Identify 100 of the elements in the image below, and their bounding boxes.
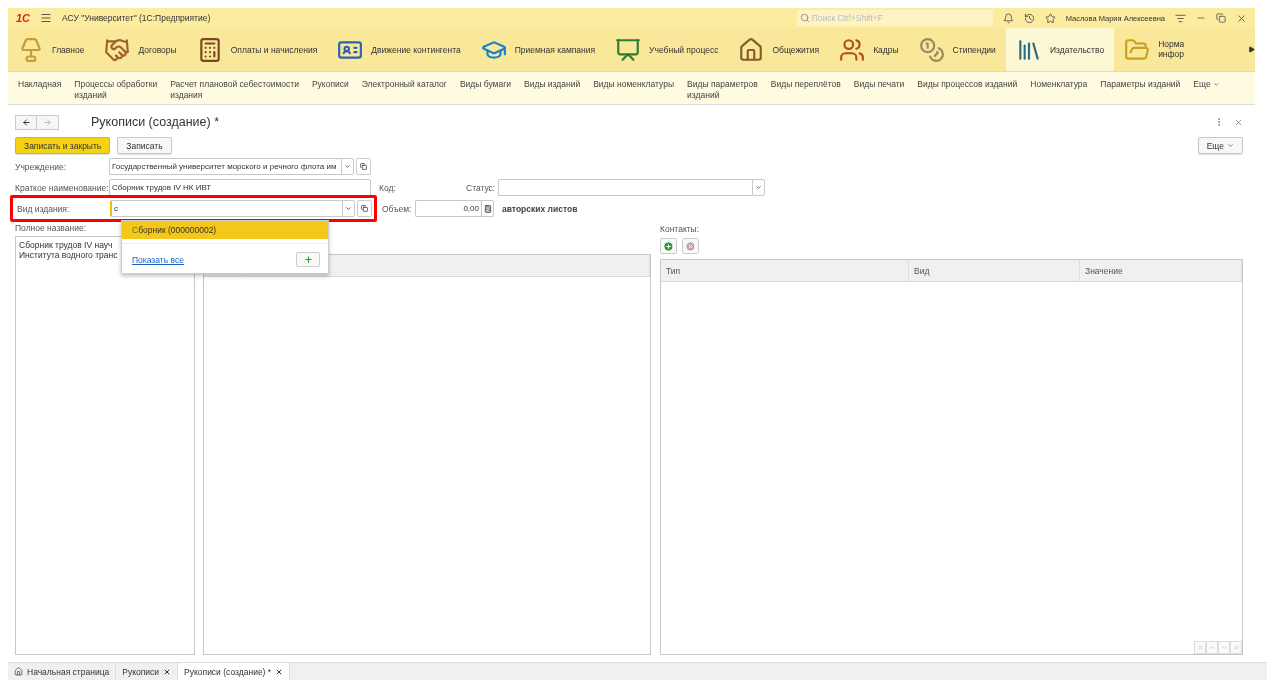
nav-link[interactable]: Электронный каталог [361,79,447,104]
x-circle-icon [685,240,696,252]
nav-link[interactable]: Виды печати [853,79,905,104]
section-tab[interactable]: Стипендии [908,28,1006,71]
tab-label: Рукописи (создание) * [184,666,272,677]
section-tab[interactable]: Норма инфор [1114,28,1195,71]
nav-link[interactable]: Виды параметров изданий [687,79,758,104]
restore-icon[interactable] [1216,13,1226,23]
scroll-right-icon[interactable] [1248,46,1255,53]
nav-link[interactable]: Виды переплётов [770,79,841,104]
institution-field[interactable]: Государственный университет морского и речного флота им [109,158,341,175]
double-down-icon [1232,644,1240,651]
star-icon[interactable] [1044,12,1056,24]
nav-link[interactable]: Параметры изданий [1100,79,1181,104]
field-label: Учреждение: [15,161,68,172]
field-label: Статус: [466,182,497,193]
field-label: Краткое наименование: [15,182,109,193]
section-tab[interactable]: Договоры [94,28,187,71]
page-tab[interactable]: Начальная страница [8,663,117,680]
dropdown-item[interactable]: Сборник (000000002) [122,221,328,239]
tab-label: Рукописи [122,666,160,677]
plus-circle-icon [663,240,674,252]
people-icon [839,36,866,63]
calculator-button[interactable] [481,200,494,217]
dropdown-button[interactable] [341,158,354,175]
field-label: Код: [379,182,397,193]
open-button[interactable] [356,158,371,175]
lamp-icon [18,36,44,63]
close-icon[interactable] [163,667,172,676]
delete-button[interactable] [682,238,699,254]
section-tab[interactable]: Главное [8,28,95,71]
arrow-right-icon [43,117,52,127]
coins-icon [918,36,945,63]
nav-link[interactable]: Расчет плановой себестоимости издания [170,79,299,104]
section-tab[interactable]: Общежития [728,28,830,71]
dropdown-button[interactable] [342,200,355,217]
page-tab[interactable]: Рукописи (создание) * [178,663,291,680]
unit-label: авторских листов [502,203,578,214]
column-header: Тип [661,260,909,281]
caret-icon [755,184,762,191]
arrow-left-icon [21,117,31,127]
tab-label: Начальная страница [27,666,110,677]
section-tab[interactable]: Движение контингента [327,28,471,71]
search-icon [799,13,810,23]
double-up-icon [1196,644,1204,651]
section-tab[interactable]: Оплаты и начисления [186,28,328,71]
home-icon [14,667,23,676]
squares-icon [360,163,367,170]
caret-icon [1227,142,1234,149]
field-label: Полное название: [15,223,87,233]
nav-link[interactable]: Виды изданий [524,79,581,104]
handshake-icon [104,36,131,63]
folders-icon [1124,36,1151,63]
save-and-close-button[interactable]: Записать и закрыть [15,137,111,154]
nav-link[interactable]: Рукописи [311,79,349,104]
add-button[interactable] [296,252,320,267]
show-all-link[interactable]: Показать все [132,254,184,265]
down-icon [1220,644,1228,651]
section-tab[interactable]: Приемная кампания [470,28,606,71]
publication-type-field[interactable]: с [110,200,342,217]
search-field[interactable]: Поиск Ctrl+Shift+F [796,10,993,26]
squares-icon [361,205,368,212]
nav-link[interactable]: Номенклатура [1030,79,1088,104]
section-tab[interactable]: Кадры [829,28,909,71]
caret-icon [1212,81,1220,88]
more-button[interactable]: Еще [1197,137,1243,154]
close-icon[interactable] [275,667,284,676]
logo: 1С [16,12,31,24]
chalkboard-icon [615,36,642,63]
dropdown-button[interactable] [752,179,765,196]
add-button[interactable] [660,238,677,254]
open-button[interactable] [357,200,372,217]
nav-link[interactable]: Виды бумаги [459,79,511,104]
save-button[interactable]: Записать [117,137,172,154]
volume-field[interactable]: 0,00 [415,200,481,217]
form-title: Рукописи (создание) * [91,115,219,129]
nav-link[interactable]: Виды процессов изданий [917,79,1018,104]
column-header: Вид [909,260,1080,281]
history-icon[interactable] [1023,12,1035,24]
window-title: АСУ "Университет" (1С:Предприятие) [62,13,211,23]
bell-icon[interactable] [1002,12,1014,24]
field-label: Объем: [382,203,413,214]
nav-link[interactable]: Еще [1193,79,1220,104]
section-tab[interactable]: Учебный процесс [605,28,729,71]
contacts-label: Контакты: [660,224,700,234]
nav-link[interactable]: Виды номенклатуры [593,79,675,104]
house-icon [738,36,765,63]
plus-icon [303,255,313,264]
caret-icon [344,163,351,170]
back-button[interactable] [15,114,37,130]
up-icon [1208,644,1216,651]
filter-icon[interactable] [1175,12,1186,24]
calculator-icon [483,204,492,213]
section-tab[interactable]: Издательство [1005,28,1115,71]
status-field[interactable] [498,179,752,196]
caret-icon [345,205,352,212]
search-input[interactable]: Поиск Ctrl+Shift+F [811,13,982,23]
nav-link[interactable]: Процессы обработки изданий [74,79,158,104]
menu-icon[interactable] [40,12,53,24]
nav-link[interactable]: Накладная [18,79,62,104]
